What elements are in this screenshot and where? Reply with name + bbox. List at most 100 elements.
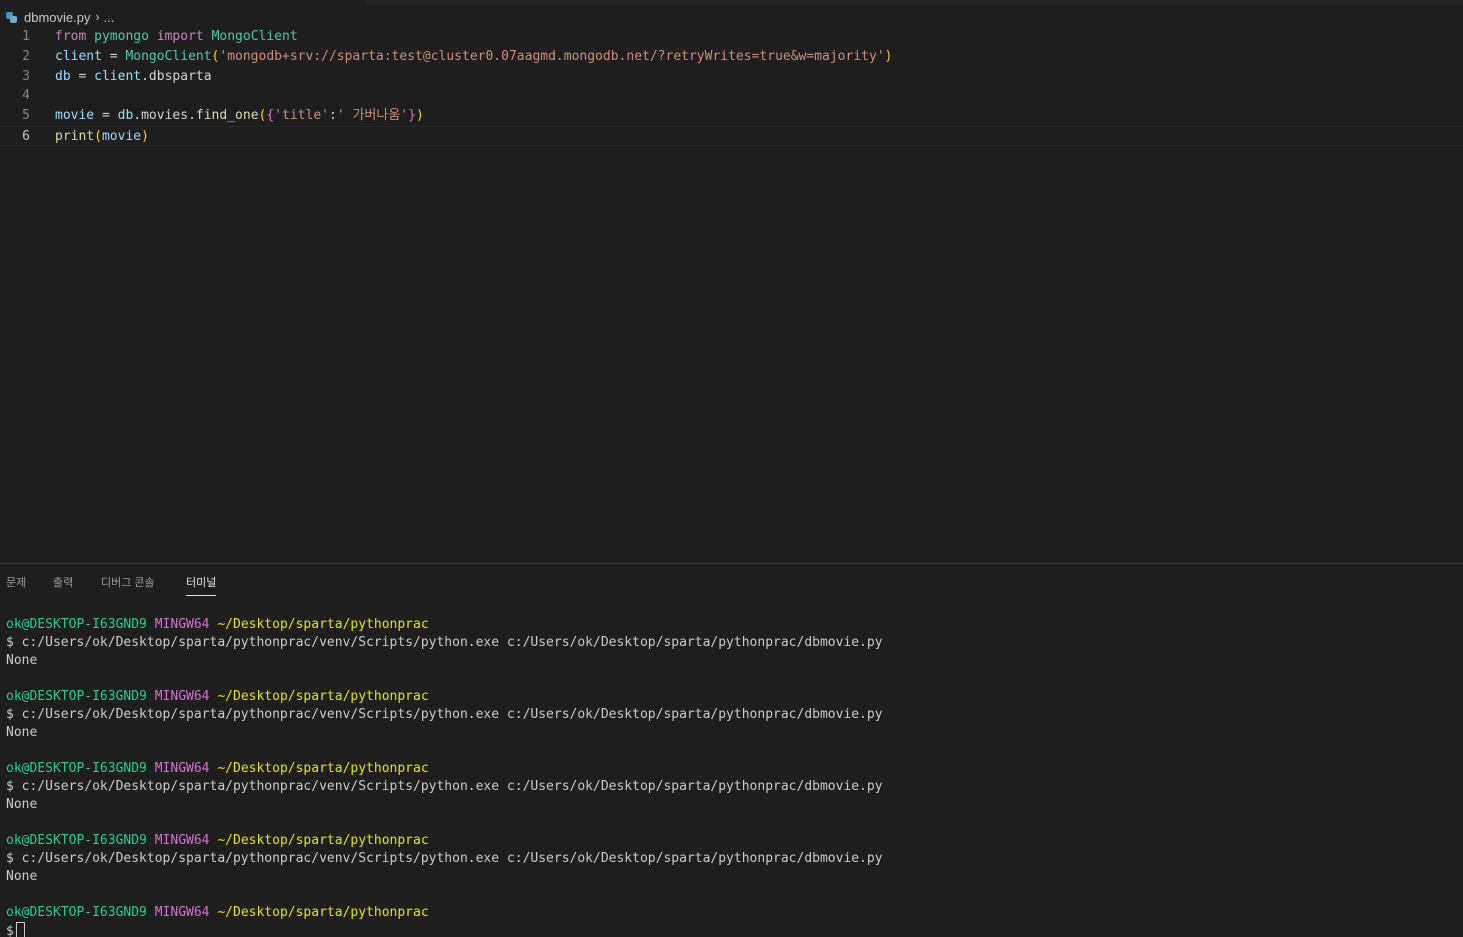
breadcrumb-file[interactable]: dbmovie.py	[24, 10, 90, 25]
terminal-input-line[interactable]: $	[6, 922, 883, 937]
code-token: =	[101, 49, 126, 64]
terminal-output-text: None	[6, 653, 38, 668]
terminal-system: MINGW64	[154, 761, 210, 776]
code-token: client	[55, 49, 102, 64]
code-token: :	[328, 108, 337, 123]
code-line[interactable]: 6 print(movie)	[0, 126, 1463, 146]
code-token: import	[156, 29, 204, 44]
code-token: .movies.	[133, 108, 196, 123]
code-line[interactable]: 3 db = client.dbsparta	[0, 67, 1463, 87]
terminal-cwd: ~/Desktop/sparta/pythonprac	[217, 689, 429, 704]
terminal-cwd: ~/Desktop/sparta/pythonprac	[217, 761, 429, 776]
tab-problems[interactable]: 문제	[6, 574, 26, 596]
line-number: 4	[22, 88, 30, 103]
code-text: print(movie)	[55, 127, 149, 147]
code-token: }	[408, 108, 416, 123]
terminal-prompt-symbol: $	[6, 924, 14, 937]
terminal-cwd: ~/Desktop/sparta/pythonprac	[217, 617, 429, 632]
breadcrumb: dbmovie.py › ...	[0, 7, 114, 27]
terminal-prompt-line: ok@DESKTOP-I63GND9 MINGW64 ~/Desktop/spa…	[6, 616, 883, 634]
line-number: 5	[22, 108, 30, 123]
active-tab-indicator[interactable]	[0, 0, 366, 5]
terminal-user-host: ok@DESKTOP-I63GND9	[6, 905, 147, 920]
chevron-right-icon: ›	[95, 10, 100, 24]
terminal-prompt-symbol: $	[6, 851, 14, 866]
terminal-output-line: None	[6, 868, 883, 886]
terminal-prompt-line: ok@DESKTOP-I63GND9 MINGW64 ~/Desktop/spa…	[6, 904, 883, 922]
terminal-prompt-symbol: $	[6, 779, 14, 794]
code-token: MongoClient	[125, 49, 212, 64]
terminal-command: c:/Users/ok/Desktop/sparta/pythonprac/ve…	[21, 779, 883, 794]
terminal-prompt-line: ok@DESKTOP-I63GND9 MINGW64 ~/Desktop/spa…	[6, 832, 883, 850]
code-token: .dbsparta	[141, 69, 212, 84]
terminal-output-line: None	[6, 796, 883, 814]
code-token: 'mongodb+srv://sparta:test@cluster0.07aa…	[219, 49, 885, 64]
terminal-command: c:/Users/ok/Desktop/sparta/pythonprac/ve…	[21, 707, 883, 722]
code-token: movie	[55, 108, 95, 123]
terminal-prompt-symbol: $	[6, 707, 14, 722]
code-token: {	[266, 108, 275, 123]
code-token: =	[94, 108, 118, 123]
code-token: movie	[101, 129, 142, 144]
code-text: db = client.dbsparta	[55, 67, 212, 87]
code-token: ' 가버나움'	[336, 108, 409, 123]
code-token: )	[141, 129, 149, 144]
code-line[interactable]: 1 from pymongo import MongoClient	[0, 27, 1463, 47]
tab-terminal[interactable]: 터미널	[186, 574, 217, 596]
bottom-panel: 문제 출력 디버그 콘솔 터미널 ok@DESKTOP-I63GND9 MINGW64…	[0, 563, 1463, 937]
code-line[interactable]: 2 client = MongoClient('mongodb+srv://spa…	[0, 47, 1463, 67]
terminal-command-line: $ c:/Users/ok/Desktop/sparta/pythonprac/…	[6, 850, 883, 868]
terminal-output[interactable]: ok@DESKTOP-I63GND9 MINGW64 ~/Desktop/spa…	[6, 616, 883, 937]
code-token: 'title'	[274, 108, 329, 123]
breadcrumb-more[interactable]: ...	[103, 10, 114, 25]
terminal-system: MINGW64	[154, 689, 210, 704]
code-token: =	[70, 69, 95, 84]
code-editor[interactable]: 1 from pymongo import MongoClient 2 client …	[0, 27, 1463, 563]
terminal-output-line: None	[6, 724, 883, 742]
line-number: 1	[22, 29, 30, 44]
terminal-cursor	[15, 922, 25, 937]
terminal-cwd: ~/Desktop/sparta/pythonprac	[217, 905, 429, 920]
terminal-system: MINGW64	[154, 617, 210, 632]
terminal-command-line: $ c:/Users/ok/Desktop/sparta/pythonprac/…	[6, 634, 883, 652]
terminal-prompt-line: ok@DESKTOP-I63GND9 MINGW64 ~/Desktop/spa…	[6, 688, 883, 706]
terminal-command: c:/Users/ok/Desktop/sparta/pythonprac/ve…	[21, 635, 883, 650]
terminal-system: MINGW64	[154, 905, 210, 920]
code-text: from pymongo import MongoClient	[55, 27, 298, 47]
terminal-command-line: $ c:/Users/ok/Desktop/sparta/pythonprac/…	[6, 778, 883, 796]
code-text: movie = db.movies.find_one({'title':' 가버…	[55, 106, 424, 126]
terminal-output-text: None	[6, 725, 38, 740]
code-line[interactable]: 4	[0, 86, 1463, 106]
code-token: db	[117, 108, 134, 123]
editor-tab-strip	[0, 0, 1463, 5]
terminal-output-text: None	[6, 797, 38, 812]
code-token: db	[55, 69, 71, 84]
terminal-system: MINGW64	[154, 833, 210, 848]
terminal-command: c:/Users/ok/Desktop/sparta/pythonprac/ve…	[21, 851, 883, 866]
code-text: client = MongoClient('mongodb+srv://spar…	[55, 47, 892, 67]
terminal-user-host: ok@DESKTOP-I63GND9	[6, 617, 147, 632]
tab-output[interactable]: 출력	[53, 574, 73, 596]
terminal-output-text: None	[6, 869, 38, 884]
terminal-user-host: ok@DESKTOP-I63GND9	[6, 833, 147, 848]
code-token: pymongo	[94, 29, 149, 44]
code-token: MongoClient	[211, 29, 298, 44]
terminal-prompt-line: ok@DESKTOP-I63GND9 MINGW64 ~/Desktop/spa…	[6, 760, 883, 778]
tab-debug-console[interactable]: 디버그 콘솔	[101, 574, 155, 596]
code-line[interactable]: 5 movie = db.movies.find_one({'title':' 가…	[0, 106, 1463, 126]
code-token: from	[55, 29, 87, 44]
terminal-cwd: ~/Desktop/sparta/pythonprac	[217, 833, 429, 848]
code-token: )	[884, 49, 893, 64]
terminal-user-host: ok@DESKTOP-I63GND9	[6, 689, 147, 704]
vscode-window: dbmovie.py › ... 1 from pymongo import Mo…	[0, 0, 1463, 937]
python-file-icon	[5, 11, 18, 24]
terminal-output-line: None	[6, 652, 883, 670]
code-token: (	[94, 129, 102, 144]
terminal-prompt-symbol: $	[6, 635, 14, 650]
